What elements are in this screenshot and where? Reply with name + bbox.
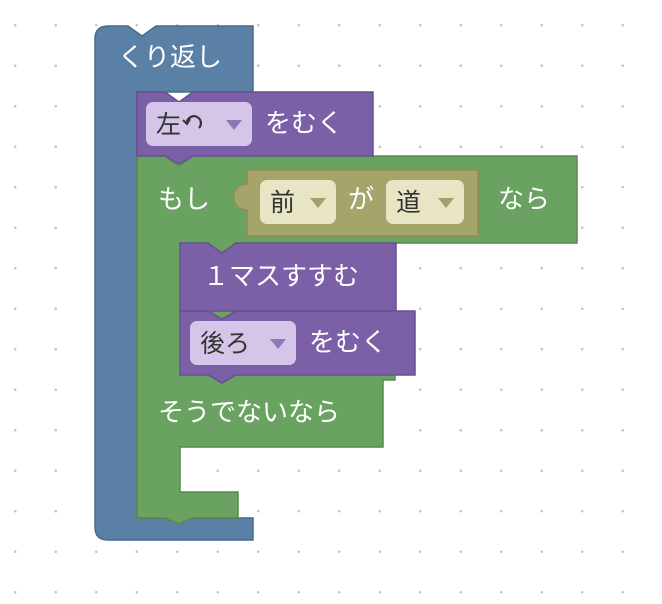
condition-target-dropdown[interactable]: 前 bbox=[260, 180, 336, 224]
turn-label: をむく bbox=[309, 328, 388, 358]
else-label: そうでないなら bbox=[158, 398, 341, 428]
turn-direction-value: 左 bbox=[156, 109, 182, 139]
condition-kind-value: 道 bbox=[396, 187, 422, 217]
turn-direction-value: 後ろ bbox=[200, 328, 251, 358]
condition-kind-dropdown[interactable]: 道 bbox=[386, 180, 464, 224]
blockly-workspace[interactable]: くり返し 左 をむく もし 前 が 道 なら １マスすすむ 後ろ をむく そうで… bbox=[0, 0, 662, 604]
chevron-down-icon bbox=[226, 120, 242, 130]
turn-label: をむく bbox=[265, 109, 344, 139]
condition-target-value: 前 bbox=[270, 187, 296, 217]
block-shapes bbox=[94, 25, 578, 541]
if-label: もし bbox=[158, 185, 211, 215]
repeat-label: くり返し bbox=[118, 43, 223, 73]
turn-direction-dropdown-back[interactable]: 後ろ bbox=[190, 321, 296, 365]
then-label: なら bbox=[498, 185, 551, 215]
condition-connector-label: が bbox=[348, 185, 375, 215]
chevron-down-icon bbox=[270, 339, 286, 349]
chevron-down-icon bbox=[310, 198, 326, 208]
move-forward-label: １マスすすむ bbox=[203, 262, 360, 292]
chevron-down-icon bbox=[438, 198, 454, 208]
turn-left-arrow-icon bbox=[182, 115, 202, 129]
turn-direction-dropdown-left[interactable]: 左 bbox=[146, 102, 252, 146]
